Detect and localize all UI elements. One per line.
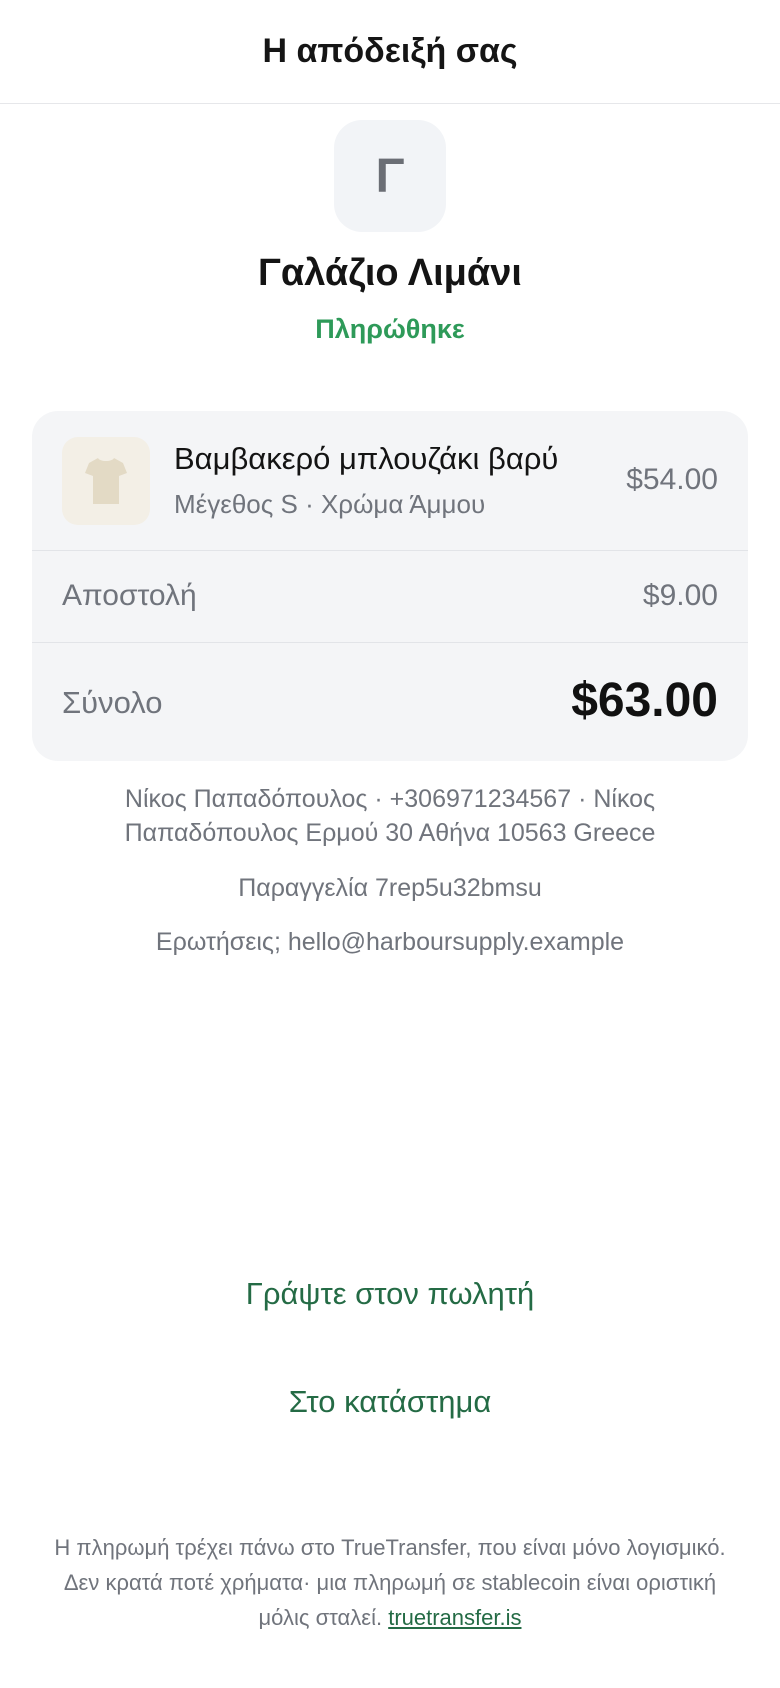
receipt-page: Η απόδειξή σας Γ Γαλάζιο Λιμάνι Πληρώθηκ… [0, 0, 780, 1688]
write-seller-button[interactable]: Γράψτε στον πωλητή [190, 1264, 590, 1324]
shipping-row: Αποστολή $9.00 [32, 551, 748, 643]
order-number: Παραγγελία 7rep5u32bmsu [238, 874, 542, 902]
customer-line-2: Παπαδόπουλος Ερμού 30 Αθήνα 10563 Greece [124, 819, 656, 847]
item-price: $54.00 [626, 463, 718, 496]
page-title: Η απόδειξή σας [262, 32, 518, 70]
item-variant: Μέγεθος S · Χρώμα Άμμου [174, 489, 486, 519]
footer-link[interactable]: truetransfer.is [388, 1605, 521, 1630]
payment-status: Πληρώθηκε [315, 314, 465, 344]
tshirt-icon [62, 437, 150, 525]
footer-disclaimer: Η πληρωμή τρέχει πάνω στο TrueTransfer, … [40, 1530, 740, 1635]
total-value: $63.00 [571, 674, 718, 727]
total-row: Σύνολο $63.00 [32, 643, 748, 761]
line-item: Βαμβακερό μπλουζάκι βαρύ Μέγεθος S · Χρώ… [32, 411, 748, 551]
receipt-summary-card: Βαμβακερό μπλουζάκι βαρύ Μέγεθος S · Χρώ… [32, 411, 748, 761]
support-contact: Ερωτήσεις; hello@harboursupply.example [155, 928, 625, 956]
shipping-value: $9.00 [642, 579, 718, 612]
merchant-name: Γαλάζιο Λιμάνι [258, 252, 522, 294]
header-bar: Η απόδειξή σας [0, 0, 780, 104]
merchant-initial: Γ [375, 149, 405, 203]
merchant-avatar: Γ [334, 120, 446, 232]
customer-details: Νίκος Παπαδόπουλος · +306971234567 · Νίκ… [60, 782, 720, 850]
item-name: Βαμβακερό μπλουζάκι βαρύ [174, 441, 559, 476]
customer-line-1: Νίκος Παπαδόπουλος · +306971234567 · Νίκ… [124, 785, 656, 813]
shipping-label: Αποστολή [62, 579, 197, 612]
total-label: Σύνολο [62, 685, 163, 720]
to-store-button[interactable]: Στο κατάστημα [190, 1372, 590, 1432]
